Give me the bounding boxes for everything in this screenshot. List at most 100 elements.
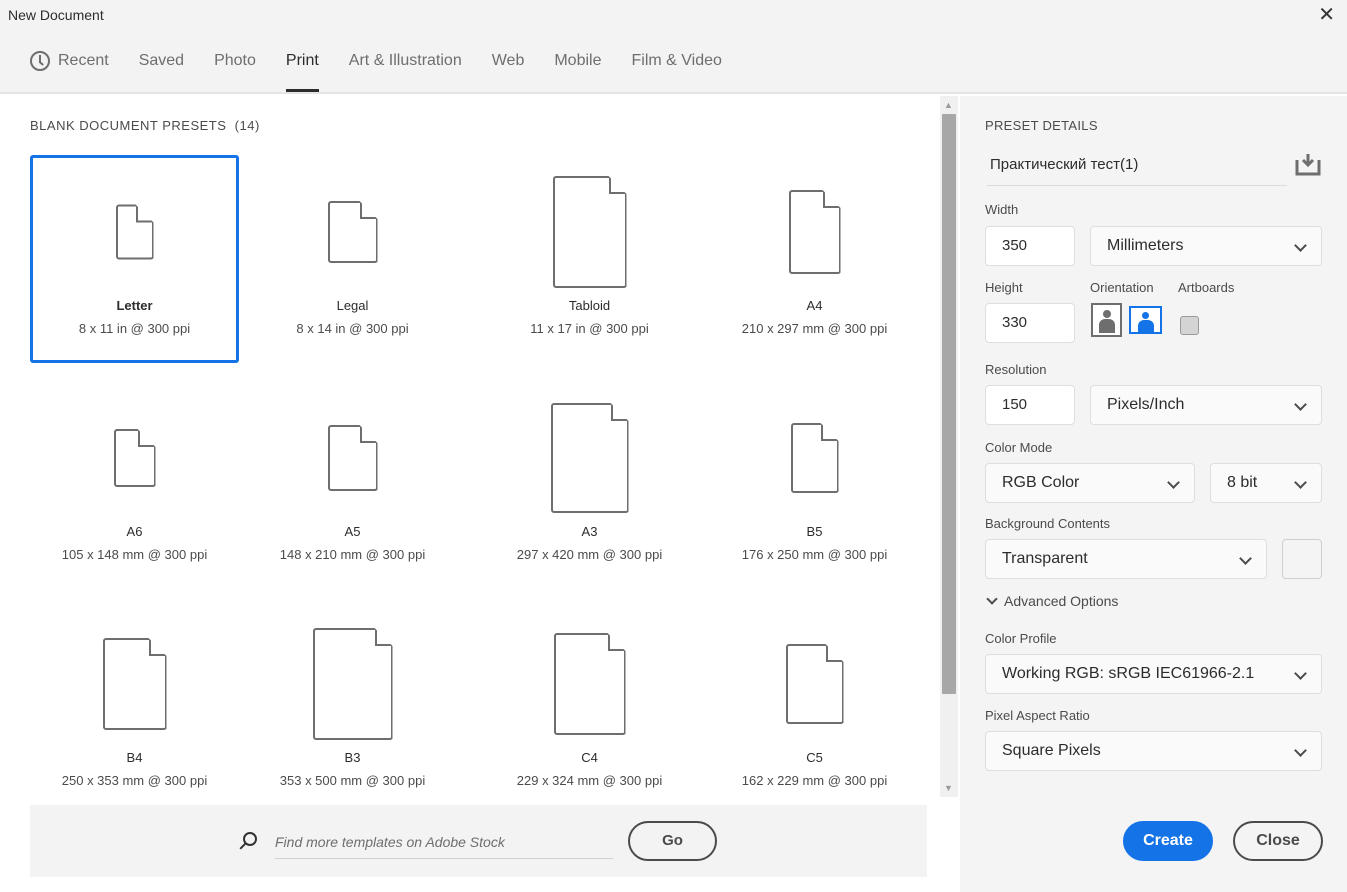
details-heading: PRESET DETAILS — [985, 118, 1098, 133]
chevron-down-icon — [1294, 476, 1307, 489]
scroll-up-icon[interactable]: ▲ — [944, 100, 953, 110]
preset-size: 8 x 14 in @ 300 ppi — [296, 321, 409, 336]
tab-label: Recent — [58, 52, 109, 69]
tab-recent[interactable]: Recent — [30, 30, 109, 92]
preset-card[interactable]: B5 176 x 250 mm @ 300 ppi — [710, 381, 919, 589]
preset-card[interactable]: A4 210 x 297 mm @ 300 ppi — [710, 155, 919, 363]
preset-name: B5 — [806, 524, 823, 539]
go-button[interactable]: Go — [628, 821, 717, 861]
page-fold — [608, 633, 626, 651]
preset-card[interactable]: Tabloid 11 x 17 in @ 300 ppi — [485, 155, 694, 363]
color-mode-select[interactable]: RGB Color — [985, 463, 1195, 503]
preset-card[interactable]: B4 250 x 353 mm @ 300 ppi — [30, 607, 239, 815]
color-profile-label: Color Profile — [985, 631, 1057, 646]
preset-name: A6 — [126, 524, 143, 539]
preset-name: A4 — [806, 298, 823, 313]
search-icon — [243, 832, 257, 846]
scroll-down-icon[interactable]: ▼ — [944, 783, 953, 793]
preset-size: 105 x 148 mm @ 300 ppi — [61, 547, 208, 562]
create-button[interactable]: Create — [1123, 821, 1213, 861]
close-button[interactable]: Close — [1233, 821, 1323, 861]
color-mode-label: Color Mode — [985, 440, 1053, 455]
chevron-down-icon — [1294, 398, 1307, 411]
pixel-aspect-label: Pixel Aspect Ratio — [985, 708, 1090, 723]
save-preset-icon[interactable] — [1295, 154, 1321, 176]
close-icon[interactable]: ✕ — [1318, 0, 1335, 30]
preset-size: 210 x 297 mm @ 300 ppi — [741, 321, 888, 336]
document-icon — [554, 633, 626, 735]
title-bar: New Document ✕ — [0, 0, 1347, 30]
portrait-icon-body — [1099, 319, 1115, 333]
preset-size: 250 x 353 mm @ 300 ppi — [61, 773, 208, 788]
document-icon — [116, 205, 154, 260]
tab-saved[interactable]: Saved — [139, 30, 184, 92]
preset-size: 162 x 229 mm @ 300 ppi — [741, 773, 888, 788]
window-title: New Document — [8, 7, 104, 23]
tab-mobile[interactable]: Mobile — [554, 30, 601, 92]
tab-film-video[interactable]: Film & Video — [631, 30, 721, 92]
document-icon — [328, 425, 378, 491]
bit-depth-value: 8 bit — [1227, 474, 1258, 491]
bit-depth-select[interactable]: 8 bit — [1210, 463, 1322, 503]
preset-size: 176 x 250 mm @ 300 ppi — [741, 547, 888, 562]
width-input[interactable]: 350 — [985, 226, 1075, 266]
chevron-down-icon — [1294, 744, 1307, 757]
preset-details-panel: PRESET DETAILS Практический тест(1) Widt… — [960, 96, 1347, 892]
preset-name: C4 — [581, 750, 598, 765]
preset-size: 229 x 324 mm @ 300 ppi — [516, 773, 663, 788]
background-color-swatch[interactable] — [1282, 539, 1322, 579]
preset-card[interactable]: Letter 8 x 11 in @ 300 ppi — [30, 155, 239, 363]
preset-card[interactable]: C4 229 x 324 mm @ 300 ppi — [485, 607, 694, 815]
width-unit-select[interactable]: Millimeters — [1090, 226, 1322, 266]
preset-card[interactable]: C5 162 x 229 mm @ 300 ppi — [710, 607, 919, 815]
tab-print[interactable]: Print — [285, 30, 319, 92]
resolution-label: Resolution — [985, 362, 1047, 377]
portrait-orientation-button[interactable] — [1091, 303, 1122, 337]
artboards-checkbox[interactable] — [1180, 316, 1199, 335]
preset-card[interactable]: A3 297 x 420 mm @ 300 ppi — [485, 381, 694, 589]
page-fold — [375, 628, 393, 646]
presets-panel: BLANK DOCUMENT PRESETS (14) Letter 8 x 11… — [0, 96, 940, 892]
presets-title: BLANK DOCUMENT PRESETS — [30, 118, 227, 133]
pixel-aspect-select[interactable]: Square Pixels — [985, 731, 1322, 771]
clock-icon — [30, 51, 50, 71]
preset-name: Legal — [336, 298, 369, 313]
document-icon — [328, 201, 378, 263]
preset-size: 353 x 500 mm @ 300 ppi — [279, 773, 426, 788]
page-fold — [360, 201, 378, 219]
page-fold — [611, 403, 629, 421]
preset-card[interactable]: B3 353 x 500 mm @ 300 ppi — [248, 607, 457, 815]
resolution-unit-select[interactable]: Pixels/Inch — [1090, 385, 1322, 425]
page-fold — [360, 425, 378, 443]
resolution-input[interactable]: 150 — [985, 385, 1075, 425]
stock-search-input[interactable]: Find more templates on Adobe Stock — [275, 825, 613, 859]
chevron-down-icon — [1239, 552, 1252, 565]
page-fold — [138, 429, 156, 447]
preset-name: B3 — [344, 750, 361, 765]
scrollbar[interactable]: ▲ ▼ — [940, 96, 958, 797]
page-fold — [826, 644, 844, 662]
preset-name: A5 — [344, 524, 361, 539]
tab-photo[interactable]: Photo — [214, 30, 256, 92]
chevron-down-icon — [1294, 239, 1307, 252]
preset-card[interactable]: A6 105 x 148 mm @ 300 ppi — [30, 381, 239, 589]
preset-name: B4 — [126, 750, 143, 765]
advanced-options-toggle[interactable]: Advanced Options — [985, 593, 1118, 609]
background-select[interactable]: Transparent — [985, 539, 1267, 579]
background-value: Transparent — [1002, 550, 1088, 567]
landscape-orientation-button[interactable] — [1129, 306, 1162, 334]
page-fold — [149, 638, 167, 656]
preset-name-input[interactable]: Практический тест(1) — [987, 146, 1287, 186]
page-fold — [136, 205, 154, 223]
preset-card[interactable]: A5 148 x 210 mm @ 300 ppi — [248, 381, 457, 589]
scrollbar-thumb[interactable] — [942, 114, 956, 694]
landscape-icon — [1142, 312, 1149, 319]
color-profile-value: Working RGB: sRGB IEC61966-2.1 — [1002, 665, 1255, 682]
tab-art-illustration[interactable]: Art & Illustration — [349, 30, 462, 92]
presets-heading: BLANK DOCUMENT PRESETS (14) — [30, 118, 260, 133]
preset-card[interactable]: Legal 8 x 14 in @ 300 ppi — [248, 155, 457, 363]
tab-web[interactable]: Web — [492, 30, 525, 92]
color-profile-select[interactable]: Working RGB: sRGB IEC61966-2.1 — [985, 654, 1322, 694]
height-input[interactable]: 330 — [985, 303, 1075, 343]
height-label: Height — [985, 280, 1023, 295]
